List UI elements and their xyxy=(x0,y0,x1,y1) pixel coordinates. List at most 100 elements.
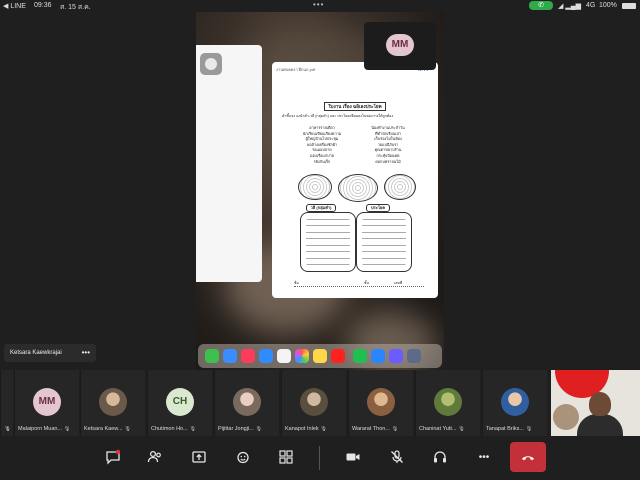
mic-muted-icon: 🎙 xyxy=(4,426,11,432)
participant-name: Tanapat Briks... xyxy=(486,426,524,432)
participant-name: Wararat Thon... xyxy=(352,426,390,432)
participant-avatar xyxy=(501,388,529,416)
footer-number-label: เลขที่ xyxy=(394,281,403,285)
word-list-left: อาหารรายเดียว นักเรียนเขียนเรียงความ ผู้… xyxy=(292,126,352,165)
calendar-app-icon[interactable] xyxy=(277,349,291,363)
line-app-icon[interactable] xyxy=(353,349,367,363)
toolbar-divider xyxy=(319,446,320,470)
people-icon[interactable] xyxy=(146,449,164,467)
mail-app-icon[interactable] xyxy=(259,349,273,363)
participant-name: Kanapot Inlek xyxy=(285,426,319,432)
app-card-icon xyxy=(200,53,222,75)
document-filename: งานพบคดงา.ฝึกแถ.pdf xyxy=(276,67,316,72)
participant-tile[interactable]: CH Chutimon Ho... 🎙 xyxy=(147,370,212,436)
food-illustration xyxy=(294,174,418,202)
speaker-body xyxy=(577,414,623,436)
youtube-app-icon[interactable] xyxy=(331,349,345,363)
signal-icon: ◢ ▂▄▆ xyxy=(558,3,582,10)
footer-name-label: ชื่อ xyxy=(294,281,299,285)
active-speaker-video[interactable] xyxy=(551,370,640,436)
participant-tile[interactable]: Pijittar Jongji... 🎙 xyxy=(214,370,279,436)
end-call-button[interactable] xyxy=(510,442,546,472)
status-date: ส. 15 ส.ค. xyxy=(60,4,91,11)
phone-app-icon[interactable] xyxy=(205,349,219,363)
battery-icon xyxy=(622,3,636,9)
app-library-icon[interactable] xyxy=(407,349,421,363)
participant-tile[interactable]: 🎙 xyxy=(0,370,13,436)
network-type: 4G xyxy=(586,2,596,9)
participant-avatar xyxy=(233,388,261,416)
music-app-icon[interactable] xyxy=(241,349,255,363)
mic-muted-icon[interactable] xyxy=(388,449,406,467)
word-list-right: น้องทำงานประจำวัน ที่ทำนักเรียนเล่า เก็บ… xyxy=(358,126,418,165)
mic-muted-icon: 🎙 xyxy=(391,426,399,432)
mic-muted-icon: 🎙 xyxy=(255,426,263,432)
phrase-box-label: วลี (กลุ่มคำ) xyxy=(306,204,336,212)
app-dock xyxy=(198,344,442,368)
participant-tile[interactable]: Wararat Thon... 🎙 xyxy=(348,370,413,436)
meet-app-icon[interactable] xyxy=(389,349,403,363)
chat-icon[interactable] xyxy=(104,449,122,467)
speaker-face xyxy=(589,392,611,416)
footer-class-label: ชั้น xyxy=(364,281,369,285)
share-screen-icon[interactable] xyxy=(190,449,208,467)
apps-icon[interactable] xyxy=(277,449,295,467)
app-switcher-card[interactable] xyxy=(196,45,262,282)
status-time: 09:36 xyxy=(34,2,52,9)
participant-strip: 🎙 MM Malaiporn Muan... 🎙 Ketsara Kaew...… xyxy=(0,370,640,436)
participant-tile[interactable]: Kanapot Inlek 🎙 xyxy=(281,370,346,436)
headphones-icon[interactable] xyxy=(431,449,449,467)
participant-name: Ketsara Kaew... xyxy=(84,426,123,432)
mic-muted-icon: 🎙 xyxy=(189,426,197,432)
speaker-name-pill[interactable]: Ketsara Kaewkrajai ••• xyxy=(4,344,96,362)
chicken-plate-icon xyxy=(384,174,416,200)
phrase-answer-box xyxy=(300,212,356,272)
participant-tile[interactable]: Chaninat Yutt... 🎙 xyxy=(415,370,480,436)
notes-app-icon[interactable] xyxy=(313,349,327,363)
worksheet-document[interactable]: งานพบคดงา.ฝึกแถ.pdf ✎ ⌕ ⇪ เสร็จ ใบงาน เร… xyxy=(272,62,438,298)
participant-name: Chaninat Yutt... xyxy=(419,426,457,432)
participant-name: Pijittar Jongji... xyxy=(218,426,254,432)
mic-muted-icon: 🎙 xyxy=(458,426,466,432)
participant-avatar xyxy=(434,388,462,416)
safari-app-icon[interactable] xyxy=(223,349,237,363)
participant-avatar: MM xyxy=(33,388,61,416)
mic-muted-icon: 🎙 xyxy=(525,426,533,432)
photos-app-icon[interactable] xyxy=(295,349,309,363)
mic-muted-icon: 🎙 xyxy=(63,426,71,432)
end-call-icon xyxy=(522,456,534,461)
back-to-app-link[interactable]: ◀ LINE xyxy=(3,2,26,10)
more-button[interactable]: ••• xyxy=(475,449,493,467)
call-in-progress-icon[interactable]: ✆ xyxy=(529,1,553,10)
zoom-app-icon[interactable] xyxy=(371,349,385,363)
word-item: รยังกันเร็ก xyxy=(313,159,331,164)
battery-percent: 100% xyxy=(599,2,617,9)
participant-tile[interactable]: Ketsara Kaew... 🎙 xyxy=(80,370,145,436)
more-options-icon[interactable]: ••• xyxy=(82,344,90,362)
noodle-bowl-icon xyxy=(338,174,378,202)
worksheet-title: ใบงาน เรื่อง ฉลิเลงประโยค xyxy=(324,102,386,111)
background-tree xyxy=(553,404,579,430)
multitask-dots-icon[interactable]: ••• xyxy=(313,0,324,9)
participant-name: Chutimon Ho... xyxy=(151,426,188,432)
participant-tile[interactable]: MM Malaiporn Muan... 🎙 xyxy=(14,370,79,436)
meeting-toolbar: ••• xyxy=(0,436,640,480)
sentence-answer-box xyxy=(356,212,412,272)
participant-avatar: CH xyxy=(166,388,194,416)
participant-avatar xyxy=(99,388,127,416)
self-avatar: MM xyxy=(386,34,414,56)
participant-avatar xyxy=(367,388,395,416)
participant-avatar xyxy=(300,388,328,416)
participant-name: Malaiporn Muan... xyxy=(18,426,63,432)
participant-tile[interactable]: Tanapat Briks... 🎙 xyxy=(482,370,547,436)
camera-icon[interactable] xyxy=(344,449,362,467)
word-item: ดอกบทรายนไม้ xyxy=(375,159,401,164)
status-bar: ◀ LINE 09:36 ส. 15 ส.ค. ••• ✆ ◢ ▂▄▆ 4G 1… xyxy=(0,0,640,11)
worksheet-footer: ชื่อ ชั้น เลขที่ xyxy=(294,280,424,287)
mic-muted-icon: 🎙 xyxy=(320,426,328,432)
sentence-box-label: ประโยค xyxy=(366,204,390,212)
worksheet-instructions: คำชี้แจง จงนำคำ-วลี (กลุ่มคำ) และ ประโยค… xyxy=(282,114,394,118)
reaction-icon[interactable] xyxy=(234,449,252,467)
food-plate-icon xyxy=(298,174,332,200)
speaker-name: Ketsara Kaewkrajai xyxy=(10,350,62,356)
